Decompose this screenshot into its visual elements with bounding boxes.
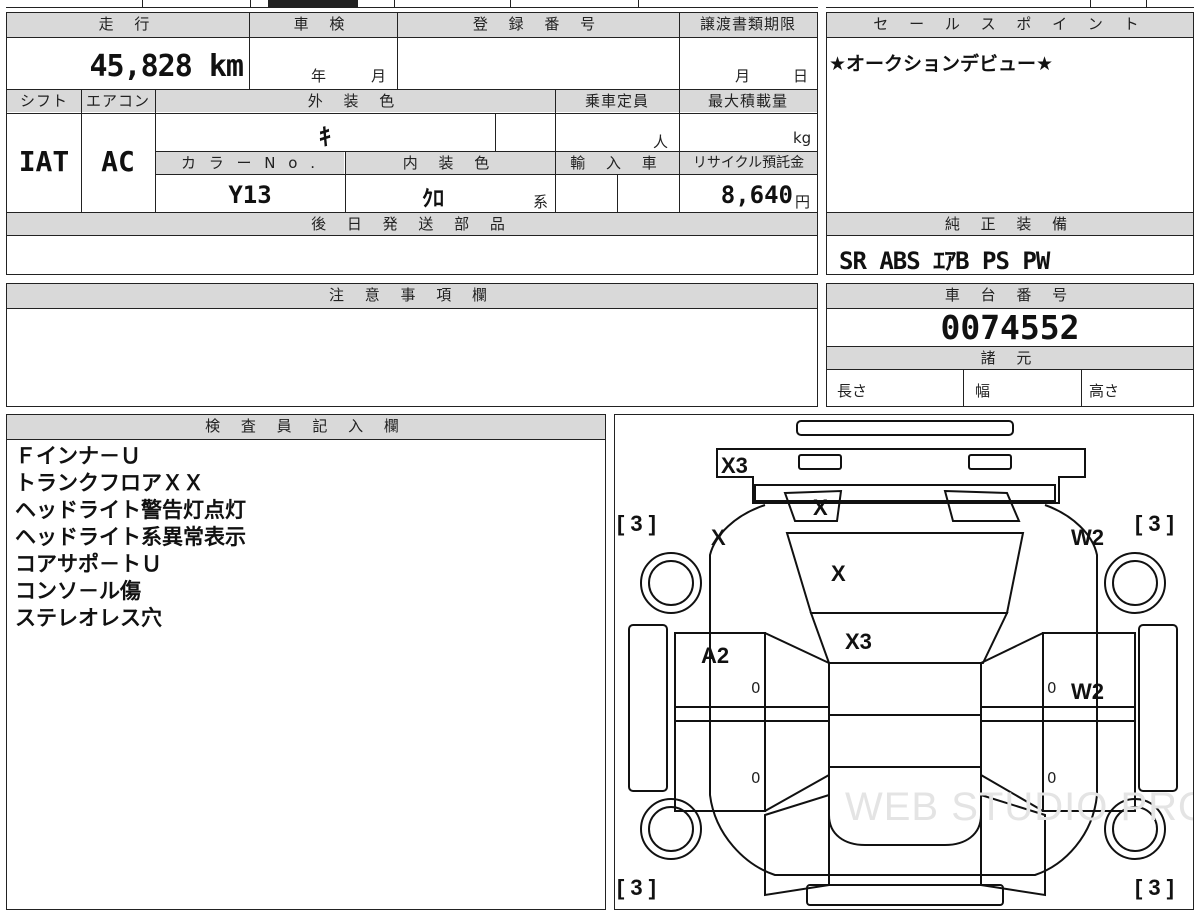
notes-header: 注 意 事 項 欄	[7, 284, 817, 308]
interior-color-header: 内 装 色	[345, 152, 555, 174]
tire-grade-br: [3]	[1135, 875, 1180, 900]
exterior-color-value: ｷ	[319, 123, 331, 151]
inspector-note: コンソ－ル傷	[15, 579, 141, 603]
door-mark: 0	[751, 769, 761, 787]
interior-color-suffix: 系	[533, 193, 549, 211]
top-clipped-strip	[6, 0, 1194, 8]
inspector-note: トランクフロアＸＸ	[15, 471, 204, 495]
spec-width-label: 幅	[975, 382, 991, 400]
specs-header: 諸 元	[827, 347, 1193, 369]
chassis-value: 0074552	[940, 308, 1080, 347]
mileage-header: 走 行	[7, 13, 249, 37]
inspector-notes-list: Ｆインナ－Ｕ トランクフロアＸＸ ヘッドライト警告灯点灯 ヘッドライト系異常表示…	[15, 443, 246, 632]
equipment-value: SR ABS ｴｱB PS PW	[839, 247, 1050, 275]
door-mark: 0	[1047, 679, 1057, 697]
damage-rear-left-quarter: X	[711, 525, 726, 550]
damage-left-rear-door: A2	[701, 643, 730, 668]
inspector-note: コアサポ－トＵ	[15, 552, 162, 576]
chassis-box: 車 台 番 号 0074552 諸 元 長さ 幅 高さ	[826, 283, 1194, 407]
watermark: WEB STUDIO PRO	[845, 785, 1194, 829]
shift-value: IAT	[18, 145, 70, 178]
exterior-color-header: 外 装 色	[155, 90, 555, 112]
inspector-header: 検 査 員 記 入 欄	[7, 415, 605, 439]
damage-roof: X3	[845, 629, 872, 654]
tire-grade-bl: [3]	[617, 875, 662, 900]
car-diagram: X3 X X X W2 X3 A2 W2 0 0 0 0 [3] [3] [3]…	[614, 414, 1194, 910]
max-load-unit: kg	[793, 129, 812, 147]
recycle-header: リサイクル預託金	[680, 152, 817, 174]
recycle-unit: 円	[795, 193, 811, 211]
equipment-header: 純 正 装 備	[827, 213, 1193, 235]
chassis-header: 車 台 番 号	[827, 284, 1193, 308]
spec-length-label: 長さ	[837, 382, 868, 400]
transfer-deadline-header: 譲渡書類期限	[679, 13, 817, 37]
damage-rear-bumper: X3	[721, 453, 748, 478]
inspector-note: ステレオレス穴	[15, 606, 162, 630]
color-no-header: カ ラ ー N o .	[156, 152, 344, 174]
damage-rear-glass: X	[831, 561, 846, 586]
color-no-value: Y13	[228, 181, 272, 209]
sales-point-text: ★オークションデビュー★	[829, 53, 1054, 75]
transfer-month: 月	[735, 67, 751, 85]
ac-value: AC	[101, 145, 135, 178]
mileage-value: 45,828 km	[89, 49, 244, 84]
recycle-value: 8,640	[720, 181, 793, 209]
inspection-header: 車 検	[249, 13, 397, 37]
transfer-day: 日	[793, 67, 809, 85]
later-parts-header: 後 日 発 送 部 品	[7, 213, 817, 235]
max-load-header: 最大積載量	[679, 90, 817, 112]
equipment-box: 純 正 装 備 SR ABS ｴｱB PS PW	[826, 212, 1194, 275]
sales-point-box: セ ー ル ス ポ イ ン ト ★オークションデビュー★	[826, 12, 1194, 213]
sales-point-header: セ ー ル ス ポ イ ン ト	[827, 13, 1193, 37]
inspection-year: 年	[311, 67, 327, 85]
spec-height-label: 高さ	[1089, 382, 1120, 400]
tire-grade-tl: [3]	[617, 511, 662, 536]
import-header: 輸 入 車	[556, 152, 679, 174]
inspector-note: ヘッドライト警告灯点灯	[15, 498, 246, 522]
inspector-note: ヘッドライト系異常表示	[15, 525, 246, 549]
reg-number-header: 登 録 番 号	[397, 13, 679, 37]
notes-box: 注 意 事 項 欄	[6, 283, 818, 407]
damage-right-rear-door: W2	[1071, 679, 1104, 704]
inspector-box: 検 査 員 記 入 欄 Ｆインナ－Ｕ トランクフロアＸＸ ヘッドライト警告灯点灯…	[6, 414, 606, 910]
capacity-header: 乗車定員	[555, 90, 679, 112]
damage-trunk: X	[813, 495, 828, 520]
interior-color-value: ｸﾛ	[421, 187, 444, 212]
tire-grade-tr: [3]	[1135, 511, 1180, 536]
inspection-month: 月	[371, 67, 387, 85]
capacity-unit: 人	[653, 133, 669, 151]
damage-rear-right-quarter: W2	[1071, 525, 1104, 550]
vehicle-info-table: 走 行 車 検 登 録 番 号 譲渡書類期限 45,828 km 年 月 月 日…	[6, 12, 818, 275]
door-mark: 0	[751, 679, 761, 697]
shift-header: シフト	[7, 90, 81, 112]
ac-header: エアコン	[81, 90, 155, 112]
inspector-note: Ｆインナ－Ｕ	[15, 444, 141, 468]
